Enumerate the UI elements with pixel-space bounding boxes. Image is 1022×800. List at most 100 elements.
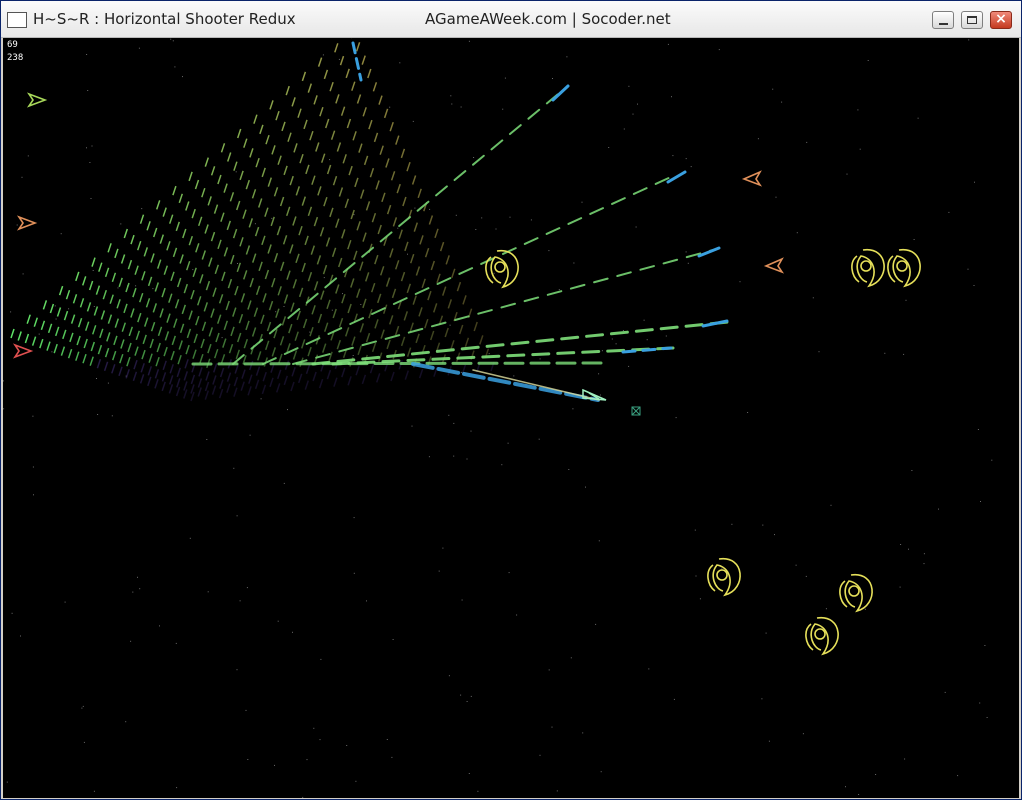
wave-dash [253,114,258,124]
player-ship [582,388,607,401]
wave-dash [127,259,133,270]
star [360,304,362,305]
star [90,198,92,199]
wave-dash [232,307,237,317]
star [277,620,279,622]
star [632,113,634,115]
wave-dash [323,322,329,332]
star [319,739,321,741]
arrow-enemy [741,170,763,187]
wave-dash [253,307,259,317]
wave-dash [279,196,285,207]
minimize-button[interactable] [932,11,954,29]
wave-dash [139,214,145,224]
wave-dash [373,132,379,143]
star [174,66,176,68]
star [448,675,450,677]
wave-dash [90,341,96,352]
wave-dash [363,155,369,166]
wave-dash [406,161,411,172]
wave-dash [290,381,295,392]
wave-dash [212,363,218,373]
wave-dash [201,187,206,198]
star [429,208,431,210]
wave-dash [132,371,138,382]
star [172,40,174,42]
wave-dash [356,288,361,298]
wave-dash [309,130,314,141]
wave-dash [168,214,174,224]
wave-dash [269,377,274,388]
wave-dash [319,227,325,237]
starfield [3,38,993,798]
wave-dash [147,366,153,376]
wave-dash [333,377,338,387]
star [977,429,979,430]
game-viewport[interactable]: 69 238 [3,38,1019,798]
wave-dash [191,208,196,219]
star [353,517,355,519]
wave-dash [172,247,178,258]
wave-dash [404,241,409,252]
wave-dash [179,254,184,264]
wave-dash [296,310,301,321]
star [599,394,601,396]
wave-dash [346,118,352,129]
wave-dash [107,243,112,253]
wave-dash [111,350,117,361]
wave-dash [188,310,193,320]
wave-dash [273,252,279,263]
wave-dash [40,320,46,331]
wave-dash [396,183,401,194]
wave-dash [100,310,106,320]
wave-dash [418,307,423,317]
star [628,365,630,367]
wave-dash [390,171,396,181]
wave-dash [248,218,254,228]
maximize-button[interactable] [961,11,983,29]
wave-dash [146,221,151,231]
close-button[interactable]: × [990,11,1012,29]
wave-dash [60,346,66,356]
wave-dash [355,42,361,52]
wave-dash [72,294,78,304]
wave-dash [313,281,319,291]
wave-dash [323,196,328,207]
wave-dash [226,152,232,162]
wave-dash [271,277,276,288]
title-bar[interactable]: H~S~R : Horizontal Shooter Redux AGameAW… [1,1,1021,38]
wave-dash [120,254,126,264]
wave-dash [307,83,313,93]
wave-dash [427,290,432,301]
wave-dash [307,346,312,357]
wave-dash [130,308,135,318]
wave-dash [93,306,99,316]
wave-dash [289,244,294,254]
wave-dash [53,343,58,354]
wave-dash [259,124,264,135]
wave-dash [211,385,217,395]
star [83,741,85,743]
wave-dash [116,299,121,309]
wave-dash [295,253,300,264]
wave-dash [75,351,80,361]
wave-dash [385,158,390,168]
wave-dash [233,161,238,171]
wave-dash [65,289,71,300]
wave-dash [248,360,254,371]
wave-dash [376,293,382,304]
wave-dash [200,338,205,349]
wave-dash [46,341,51,351]
wave-dash [79,298,85,308]
wave-dash [282,235,288,245]
star [407,253,408,255]
wave-dash [239,237,244,247]
wave-dash [320,153,326,163]
wave-dash [341,229,346,239]
wave-dash [335,94,340,104]
star [501,464,503,466]
star [442,547,444,549]
wave-dash [264,207,269,217]
wave-dash [409,322,414,332]
star [761,698,763,700]
